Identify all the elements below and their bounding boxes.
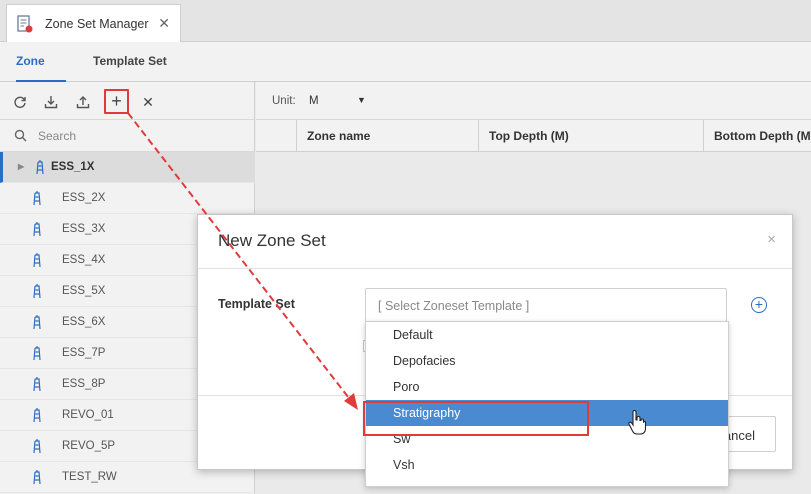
upload-icon[interactable] [72,91,94,113]
tree-item-label: ESS_4X [62,254,106,266]
tree-toolbar: + ✕ [0,82,255,120]
add-glyph: + [111,91,122,111]
column-header-zone-name[interactable]: Zone name [296,120,478,152]
well-icon [33,253,41,268]
tree-item-label: ESS_7P [62,347,106,359]
tree-item-label: REVO_01 [62,409,114,421]
unit-select[interactable]: M [309,95,319,107]
divider [198,268,792,269]
well-icon [33,315,41,330]
well-icon [33,408,41,423]
expand-caret-icon[interactable]: ▶ [18,162,24,171]
well-icon [33,439,41,454]
template-set-label: Template Set [218,297,295,311]
tab-template-set[interactable]: Template Set [93,42,167,82]
well-icon [33,377,41,392]
option-vsh[interactable]: Vsh [366,452,728,478]
column-header-top-depth[interactable]: Top Depth (M) [478,120,703,152]
option-poro[interactable]: Poro [366,374,728,400]
close-icon[interactable]: × [767,231,776,248]
subtab-bar: Zone Set Template Set [0,42,811,106]
well-icon [33,191,41,206]
search-icon [14,129,27,142]
template-options-list: Default Depofacies Poro Stratigraphy Sw … [365,321,729,487]
tree-item-label: ESS_5X [62,285,106,297]
unit-label: Unit: [272,95,296,107]
window-tab-bar: Zone Set Manager ✕ [0,0,811,42]
refresh-icon[interactable] [9,91,31,113]
tree-item-label: ESS_8P [62,378,106,390]
zone-grid-header: Zone name Top Depth (M) Bottom Depth (M) [256,120,811,152]
template-set-select[interactable]: [ Select Zoneset Template ] [365,288,727,322]
well-icon [33,470,41,485]
zone-set-manager-tab[interactable]: Zone Set Manager ✕ [6,4,181,42]
column-header-bottom-depth[interactable]: Bottom Depth (M) [703,120,811,152]
tree-item-label: ESS_1X [51,161,95,173]
option-depofacies[interactable]: Depofacies [366,348,728,374]
tree-item-label: ESS_3X [62,223,106,235]
dialog-title: New Zone Set [218,231,326,250]
delete-icon[interactable]: ✕ [137,91,159,113]
add-icon[interactable]: + [104,89,129,114]
tree-item-label: ESS_6X [62,316,106,328]
chevron-down-icon[interactable]: ▼ [357,95,366,105]
tree-item-label: REVO_5P [62,440,116,452]
option-stratigraphy[interactable]: Stratigraphy [366,400,728,426]
close-tab-icon[interactable]: ✕ [158,15,170,32]
tree-item[interactable]: ESS_2X [0,183,255,214]
window-tab-title: Zone Set Manager [45,16,149,31]
well-icon [36,160,44,175]
unit-bar: Unit: M ▼ [256,82,811,120]
tree-item[interactable]: ▶ ESS_1X [0,152,255,183]
option-sw[interactable]: Sw [366,426,728,452]
tree-item-label: ESS_2X [62,192,106,204]
tree-item-label: TEST_RW [62,471,117,483]
well-icon [33,222,41,237]
well-icon [33,284,41,299]
download-icon[interactable] [40,91,62,113]
app-document-icon [17,14,33,32]
option-default[interactable]: Default [366,322,728,348]
delete-glyph: ✕ [142,93,154,110]
tab-zone-set[interactable]: Zone Set [16,42,66,106]
search-placeholder: Search [38,129,77,143]
well-icon [33,346,41,361]
search-box[interactable]: Search [0,120,255,152]
add-template-icon[interactable]: + [751,297,767,313]
template-set-placeholder: [ Select Zoneset Template ] [378,299,530,313]
hand-cursor-icon [628,410,647,435]
